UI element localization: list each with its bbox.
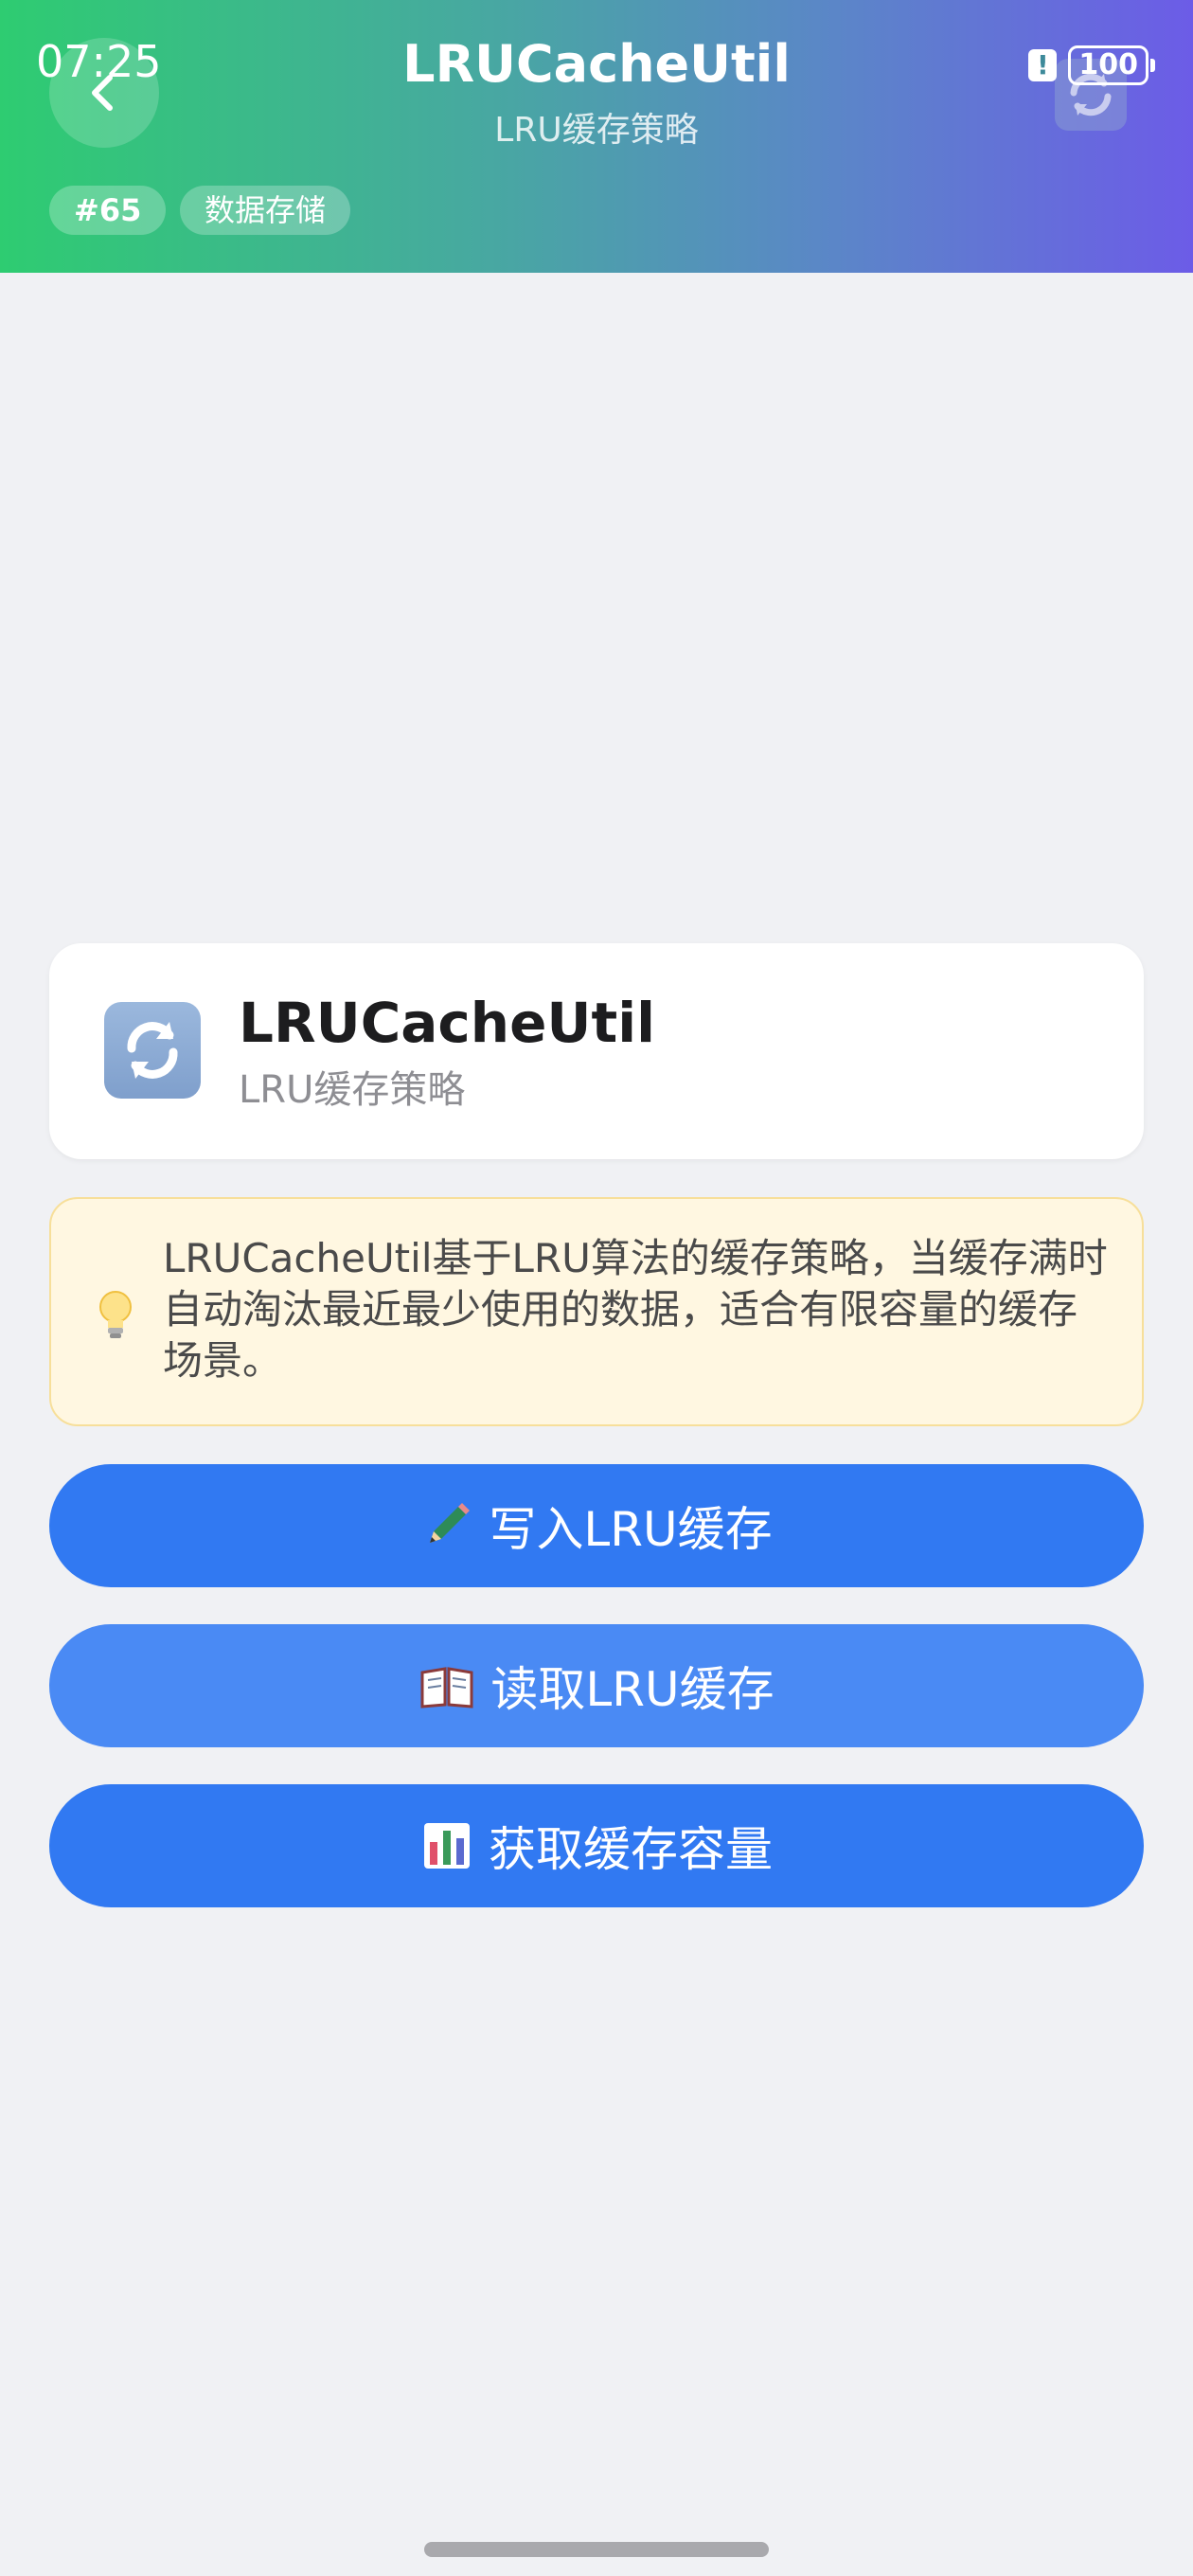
page-subtitle: LRU缓存策略 bbox=[494, 111, 699, 150]
write-lru-cache-label: 写入LRU缓存 bbox=[489, 1502, 773, 1557]
get-cache-capacity-button[interactable]: 获取缓存容量 bbox=[49, 1784, 1144, 1907]
status-time: 07:25 bbox=[36, 36, 162, 87]
tip-text: LRUCacheUtil基于LRU算法的缓存策略，当缓存满时自动淘汰最近最少使用… bbox=[163, 1235, 1108, 1384]
book-icon bbox=[418, 1659, 475, 1712]
pencil-icon bbox=[420, 1499, 473, 1552]
status-icons: ! 100 bbox=[1028, 45, 1155, 85]
home-indicator[interactable] bbox=[424, 2542, 769, 2557]
bar-chart-icon bbox=[420, 1819, 473, 1872]
card-subtitle: LRU缓存策略 bbox=[239, 1068, 466, 1112]
get-cache-capacity-label: 获取缓存容量 bbox=[489, 1822, 773, 1877]
refresh-icon bbox=[104, 1002, 201, 1099]
tag-category: 数据存储 bbox=[180, 186, 351, 235]
battery-level: 100 bbox=[1068, 45, 1148, 85]
app-header: LRUCacheUtil LRU缓存策略 #65 数据存储 bbox=[0, 0, 1193, 273]
battery-icon: 100 bbox=[1068, 45, 1155, 85]
tag-id: #65 bbox=[49, 186, 167, 235]
lightbulb-icon bbox=[95, 1288, 136, 1345]
tip-box: LRUCacheUtil基于LRU算法的缓存策略，当缓存满时自动淘汰最近最少使用… bbox=[49, 1197, 1144, 1426]
read-lru-cache-label: 读取LRU缓存 bbox=[490, 1662, 775, 1717]
info-card: LRUCacheUtil LRU缓存策略 bbox=[49, 943, 1144, 1159]
write-lru-cache-button[interactable]: 写入LRU缓存 bbox=[49, 1464, 1144, 1587]
alert-icon: ! bbox=[1028, 49, 1058, 81]
page-title: LRUCacheUtil bbox=[402, 34, 791, 94]
card-title: LRUCacheUtil bbox=[239, 991, 656, 1055]
read-lru-cache-button[interactable]: 读取LRU缓存 bbox=[49, 1624, 1144, 1747]
